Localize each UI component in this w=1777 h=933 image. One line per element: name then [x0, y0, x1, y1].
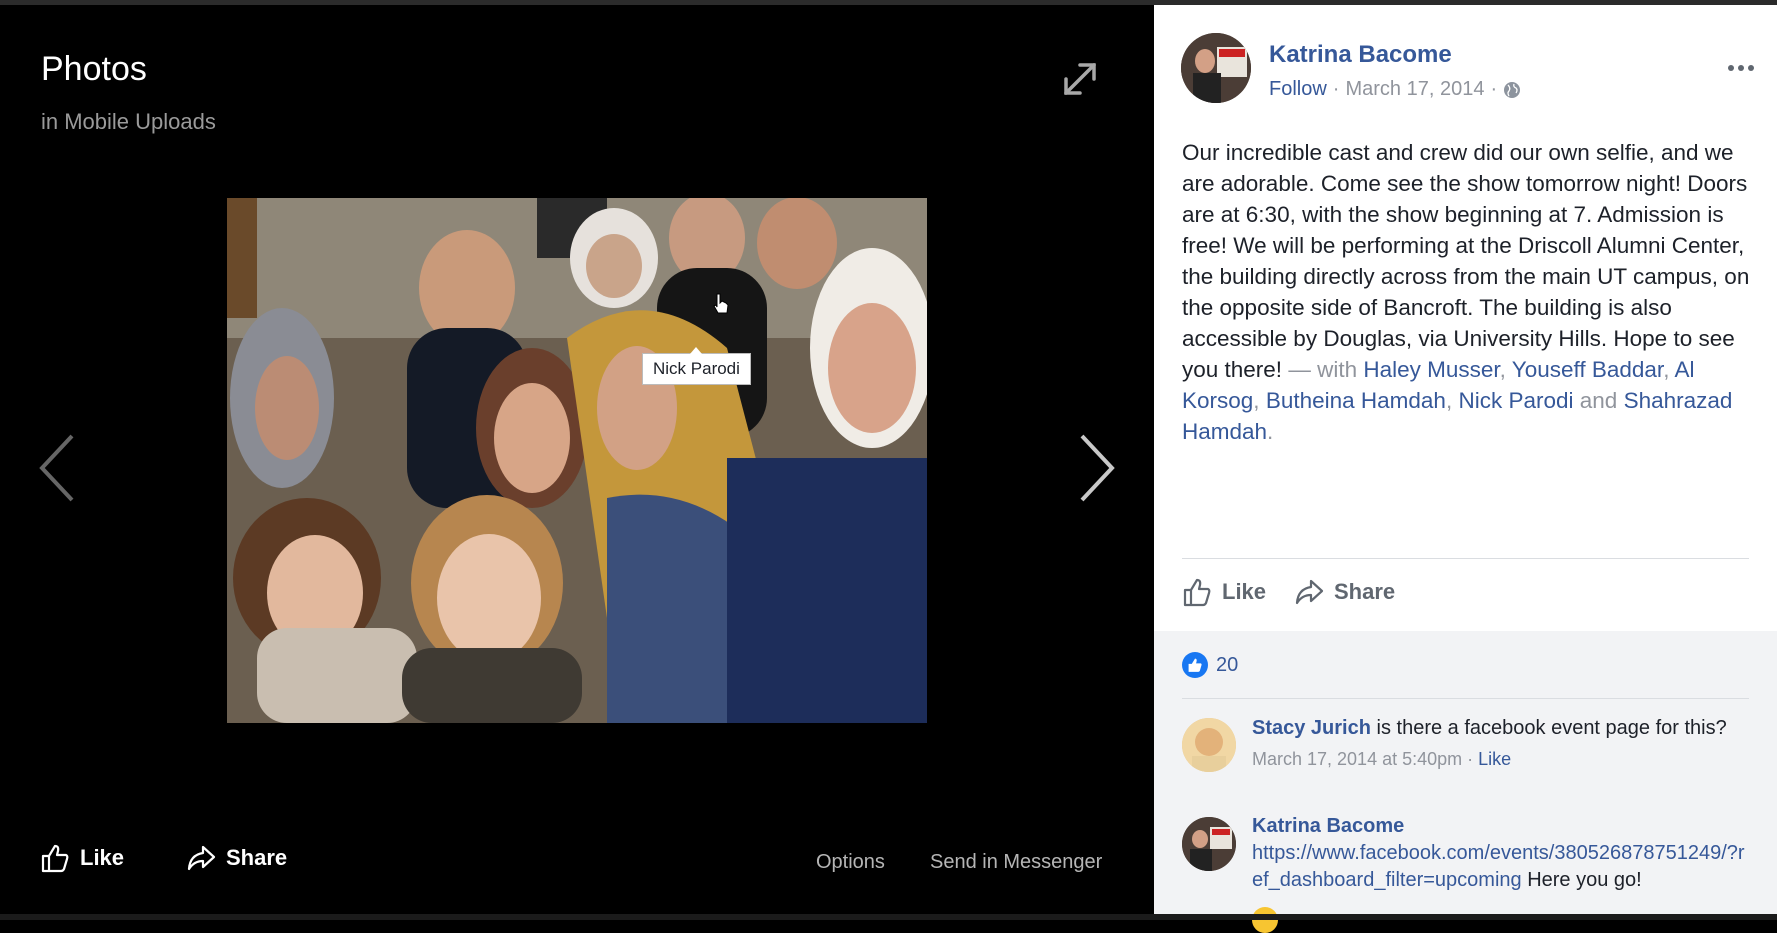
viewer-like-button[interactable]: Like: [40, 843, 124, 873]
post-share-label: Share: [1334, 579, 1396, 604]
commenter-avatar[interactable]: [1182, 817, 1236, 871]
public-globe-icon: [1503, 81, 1521, 99]
viewer-share-label: Share: [226, 845, 288, 870]
author-name-link[interactable]: Katrina Bacome: [1269, 41, 1452, 69]
comment-meta: March 17, 2014 at 5:40pm · Like: [1252, 746, 1752, 773]
viewer-share-button[interactable]: Share: [186, 843, 287, 873]
comma: ,: [1445, 388, 1459, 413]
post-body-text: Our incredible cast and crew did our own…: [1182, 140, 1750, 382]
viewer-title: Photos: [41, 50, 147, 88]
bottom-strip: [0, 914, 1777, 920]
album-link[interactable]: in Mobile Uploads: [41, 109, 216, 135]
thumbs-up-icon: [41, 844, 69, 873]
thumbs-up-icon: [1183, 578, 1211, 607]
with-label: — with: [1288, 357, 1358, 382]
viewer-like-label: Like: [80, 845, 125, 870]
comments-divider: [1182, 698, 1749, 699]
post-body: Our incredible cast and crew did our own…: [1182, 137, 1752, 447]
comment-like-link[interactable]: Like: [1478, 749, 1511, 769]
period: .: [1267, 419, 1274, 444]
previous-photo-icon[interactable]: [34, 428, 84, 508]
comment: Katrina Bacome https://www.facebook.com/…: [1252, 813, 1752, 894]
next-photo-icon[interactable]: [1070, 428, 1120, 508]
like-reaction-icon: [1182, 652, 1208, 678]
event-link[interactable]: https://www.facebook.com/events/38052687…: [1252, 842, 1745, 891]
like-count: 20: [1216, 653, 1239, 676]
tagged-person-link[interactable]: Youseff Baddar: [1512, 357, 1663, 382]
meta-separator: ·: [1490, 78, 1498, 100]
follow-link[interactable]: Follow: [1269, 78, 1327, 101]
tagged-person-link[interactable]: Haley Musser: [1363, 357, 1499, 382]
comment-text: is there a facebook event page for this?: [1376, 717, 1727, 739]
share-arrow-icon: [187, 845, 216, 871]
comment-text: Here you go!: [1527, 869, 1642, 891]
comma: ,: [1663, 357, 1675, 382]
comment-author-link[interactable]: Katrina Bacome: [1252, 813, 1752, 840]
author-avatar[interactable]: [1181, 33, 1251, 103]
post-like-label: Like: [1222, 579, 1267, 604]
expand-icon[interactable]: [1058, 57, 1102, 101]
tagged-person-link[interactable]: Nick Parodi: [1458, 388, 1573, 413]
post-share-button[interactable]: Share: [1294, 577, 1395, 607]
photo-tag-label: Nick Parodi: [642, 347, 751, 385]
group-selfie-photo[interactable]: [227, 198, 927, 723]
post-panel: Katrina Bacome Follow · March 17, 2014 ·…: [1154, 5, 1777, 933]
meta-separator: ·: [1467, 749, 1479, 769]
action-divider: [1182, 558, 1749, 559]
post-date[interactable]: March 17, 2014: [1345, 78, 1484, 101]
comment-timestamp[interactable]: March 17, 2014 at 5:40pm: [1252, 749, 1462, 769]
comma: ,: [1253, 388, 1266, 413]
comment-author-link[interactable]: Stacy Jurich: [1252, 717, 1371, 739]
and-label: and: [1579, 388, 1618, 413]
options-link[interactable]: Options: [816, 851, 885, 874]
share-arrow-icon: [1295, 579, 1324, 605]
reaction-summary[interactable]: 20: [1182, 652, 1238, 678]
hand-cursor-icon: [712, 292, 730, 316]
send-in-messenger-link[interactable]: Send in Messenger: [930, 851, 1102, 874]
comment: Stacy Jurich is there a facebook event p…: [1252, 715, 1752, 773]
commenter-avatar[interactable]: [1182, 718, 1236, 772]
meta-separator: ·: [1332, 78, 1340, 100]
more-options-icon[interactable]: [1726, 61, 1756, 75]
emoji-icon: [1252, 907, 1278, 933]
photo-viewer: Photos in Mobile Uploads Nick Parodi Lik…: [0, 5, 1154, 914]
post-meta: Follow · March 17, 2014 ·: [1269, 78, 1521, 101]
tagged-person-link[interactable]: Butheina Hamdah: [1266, 388, 1446, 413]
comma: ,: [1499, 357, 1512, 382]
post-like-button[interactable]: Like: [1182, 577, 1266, 607]
